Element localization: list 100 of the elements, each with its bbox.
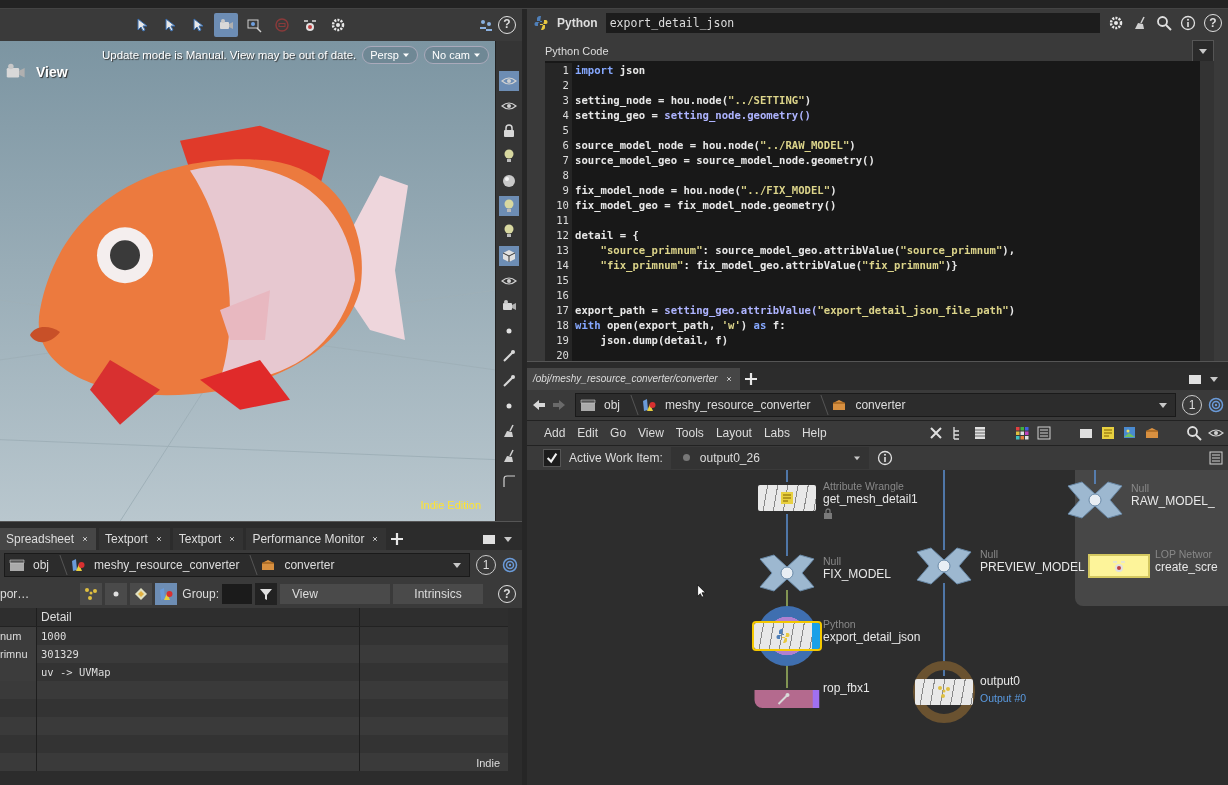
node-name: RAW_MODEL_ [1131,493,1215,508]
cursor-icon [695,581,709,600]
status-message: Update mode is Manual. View may be out of date. [102,48,357,61]
null-node-icon[interactable] [1064,479,1126,520]
panel-tab[interactable]: Textport [172,528,244,551]
network-node[interactable] [1088,553,1150,578]
line-number: 7 [545,153,572,168]
node-type-label: Python [557,16,598,30]
panel-tab[interactable]: /obj/meshy_resource_converter/converter [527,367,740,390]
plus-icon[interactable] [389,531,406,548]
work-item-checkbox[interactable] [543,448,561,467]
node-name: PREVIEW_MODEL [980,559,1085,574]
tab-label: Spreadsheet [6,532,75,547]
scroll-bar[interactable] [1200,61,1214,363]
code-line: "source_primnum": source_model_geo.attribValue("source_primnum"), [599,243,1016,258]
python-icon[interactable] [533,15,549,31]
node-name: create_scre [1155,559,1218,574]
null-node-icon[interactable] [756,552,818,593]
menu-item[interactable]: Tools [672,425,707,440]
code-line: setting_node = hou.node("../SETTING") [574,93,811,108]
search-icon[interactable] [1186,424,1202,441]
info-icon[interactable] [1180,15,1196,31]
note-icon[interactable] [1100,424,1116,441]
wire [786,512,788,557]
node-type-label: Attribute Wrangle [823,479,905,492]
lines-icon[interactable] [972,424,988,441]
null-node-icon[interactable] [913,545,975,586]
line-number: 9 [545,183,572,198]
node-type-label: Null [1131,481,1151,494]
view-dropdown[interactable]: View [280,584,390,605]
list-icon[interactable] [1036,424,1052,441]
path-crumb[interactable]: obj [602,397,622,412]
line-number: 13 [545,243,572,258]
path-crumb[interactable]: obj [31,558,51,573]
network-node[interactable] [758,484,816,511]
wire [1094,469,1096,485]
shapes-icon[interactable] [70,557,86,574]
panel-tab[interactable]: Performance Monitor [246,528,387,551]
edition-label: Indie [476,757,500,770]
node-name: rop_fbx1 [823,680,870,695]
line-number: 3 [545,93,572,108]
node-name: export_detail_json [823,629,921,644]
panel-tab[interactable]: Spreadsheet [0,528,97,551]
path-crumb[interactable]: meshy_resource_converter [92,558,242,573]
brush-icon[interactable] [1132,15,1148,31]
menu-item[interactable]: Add [541,425,569,440]
menu-item[interactable]: Layout [712,425,755,440]
node-name: FIX_MODEL [823,566,891,581]
clapper-icon[interactable] [9,557,25,574]
line-number: 8 [545,168,572,183]
search-icon[interactable] [1156,15,1172,31]
shapes-icon[interactable] [641,396,657,413]
group-field[interactable] [222,584,252,605]
node-type-label: Null [980,547,1000,560]
gear-icon[interactable] [1108,15,1124,31]
row-header: rimnu [0,645,37,664]
menu-item[interactable]: View [635,425,667,440]
grid-icon[interactable] [1014,424,1030,441]
path-crumb[interactable]: converter [853,397,908,412]
line-number: 10 [545,198,572,213]
node-name: get_mesh_detail1 [823,491,918,506]
node-name: output0 [980,673,1022,688]
tab-label: /obj/meshy_resource_converter/converter [533,373,718,384]
python-icon[interactable] [775,627,791,644]
edition-label: Indie Edition [420,499,481,512]
scroll-bar[interactable] [508,608,522,772]
menu-item[interactable]: Help [798,425,830,440]
clapper-icon[interactable] [580,396,596,413]
target-icon[interactable] [502,557,518,574]
work-item-label: Active Work Item: [569,450,663,465]
viewport-title: View [36,63,68,80]
rop-node[interactable] [754,689,820,708]
code-line: detail = { [574,228,639,243]
path-crumb[interactable]: converter [282,558,337,573]
panel-tab[interactable]: Textport [99,528,170,551]
group-label: Group: [182,587,219,602]
node-name-field[interactable]: export_detail_json [605,13,1100,33]
path-crumb[interactable]: meshy_resource_converter [663,397,813,412]
list-icon[interactable] [1208,449,1224,466]
menu-item[interactable]: Go [607,425,630,440]
target-icon[interactable] [1208,396,1224,413]
plus-icon[interactable] [742,370,759,387]
work-item-value: output0_26 [699,450,760,465]
code-line: source_model_node = hou.node("../RAW_MODEL") [574,138,856,153]
image-icon[interactable] [1122,424,1138,441]
row-header: num [0,627,37,646]
line-number: 1 [545,63,572,78]
code-editor[interactable] [545,61,1200,363]
menu-item[interactable]: Edit [574,425,602,440]
scroll-bar[interactable] [0,771,522,785]
line-number: 6 [545,138,572,153]
intrinsics-button[interactable]: Intrinsics [393,584,483,605]
code-line: setting_geo = setting_node.geometry() [574,108,811,123]
network-node[interactable] [915,678,973,705]
work-item-dropdown[interactable]: output0_26 [670,446,869,469]
info-icon[interactable] [876,449,893,466]
network-node[interactable] [754,622,820,649]
line-number: 16 [545,288,572,303]
menu-item[interactable]: Labs [760,425,793,440]
table-cell: 1000 [41,630,67,643]
